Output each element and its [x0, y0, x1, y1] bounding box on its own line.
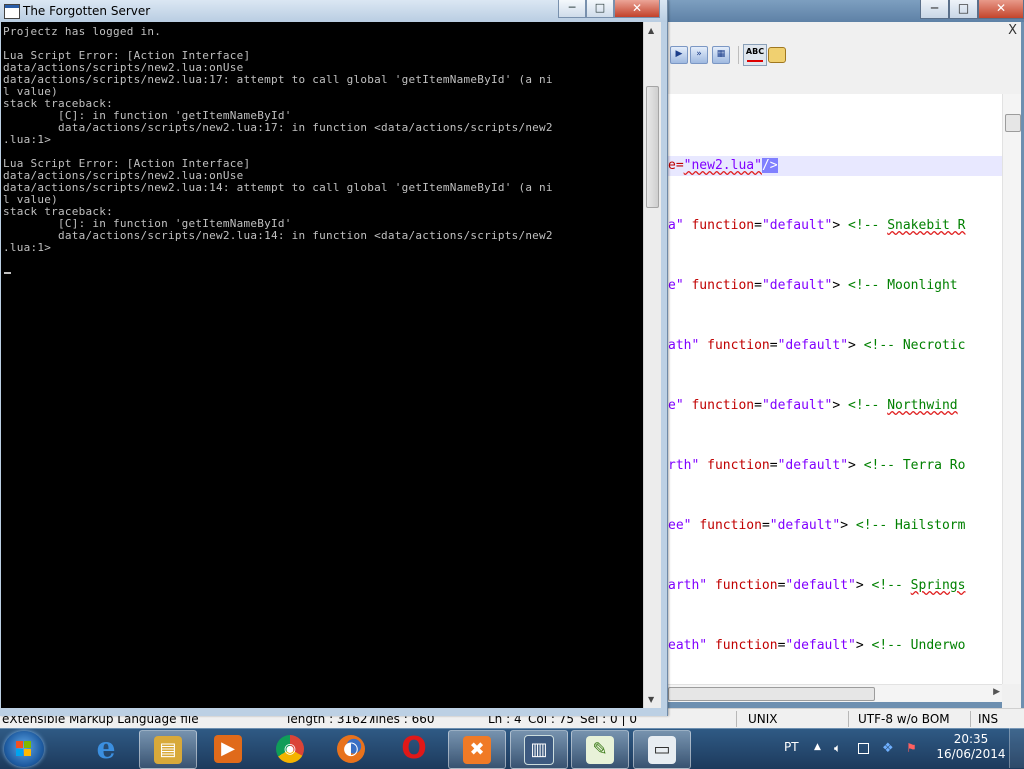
taskbar-forgotten-server[interactable]: ▥ [510, 730, 568, 769]
console-close-button[interactable]: ✕ [614, 0, 660, 18]
editor-close-button[interactable]: ✕ [978, 0, 1024, 19]
editor-line: a" function="default"> <!-- Snakebit R [668, 218, 966, 233]
status-divider [736, 711, 737, 727]
editor-menu-bar: X [660, 22, 1024, 42]
taskbar-opera[interactable]: O [386, 730, 442, 767]
console-vertical-scrollbar[interactable]: ▲ ▼ [643, 22, 661, 708]
console-minimize-button[interactable]: ─ [558, 0, 586, 18]
editor-hscroll-thumb[interactable] [668, 687, 875, 701]
taskbar-media-player[interactable]: ▶ [200, 730, 256, 767]
internet-explorer-icon: e [96, 731, 116, 766]
show-hidden-icons-arrow-icon[interactable]: ▲ [814, 742, 821, 752]
clock-time: 20:35 [953, 732, 989, 746]
macro-play-multiple-icon[interactable]: » [690, 46, 708, 64]
editor-line: rth" function="default"> <!-- Terra Ro [668, 458, 966, 473]
taskbar-firefox[interactable]: ◐ [323, 730, 379, 767]
action-center-icon[interactable]: ⚑ [906, 741, 919, 755]
network-icon[interactable] [858, 743, 869, 754]
chrome-icon: ◉ [276, 734, 304, 763]
console-cursor [4, 272, 11, 274]
notepad-plus-plus-icon: ✎ [586, 735, 614, 764]
taskbar-xampp[interactable]: ✖ [448, 730, 506, 769]
xampp-icon: ✖ [463, 735, 491, 764]
editor-line: ee" function="default"> <!-- Hailstorm [668, 518, 966, 533]
taskbar-console[interactable]: ▭ [633, 730, 691, 769]
console-title-bar[interactable]: The Forgotten Server ─ □ ✕ [0, 0, 667, 22]
editor-line: eath" function="default"> <!-- Underwo [668, 638, 966, 653]
taskbar-notepad-plus-plus[interactable]: ✎ [571, 730, 629, 769]
status-divider [970, 711, 971, 727]
console-maximize-button[interactable]: □ [586, 0, 614, 18]
status-eol-format: UNIX [748, 712, 778, 726]
opera-icon: O [401, 731, 427, 766]
editor-horizontal-scrollbar[interactable]: ▶ [668, 684, 1002, 702]
editor-text-area[interactable]: e="new2.lua"/> a" function="default"> <!… [668, 94, 1002, 684]
system-tray: PT ▲ 🔈︎ ❖ ⚑ 20:35 16/06/2014 [776, 728, 1024, 768]
editor-toolbar: ▶ » ▦ ABC [660, 42, 1024, 69]
console-output-text: Projectz has logged in. Lua Script Error… [3, 25, 553, 254]
console-app-icon[interactable] [4, 4, 20, 19]
language-indicator[interactable]: PT [784, 740, 799, 754]
toolbar-separator [738, 46, 739, 64]
spell-check-icon[interactable]: ABC [743, 44, 767, 66]
taskbar-chrome[interactable]: ◉ [262, 730, 318, 767]
windows-logo-icon [16, 741, 32, 757]
status-divider [848, 711, 849, 727]
status-encoding: UTF-8 w/o BOM [858, 712, 950, 726]
editor-close-document-button[interactable]: X [1008, 23, 1017, 38]
volume-icon[interactable]: 🔈︎ [834, 741, 847, 755]
macro-save-icon[interactable]: ▦ [712, 46, 730, 64]
server-icon: ▥ [524, 734, 554, 765]
media-player-icon: ▶ [214, 734, 242, 763]
clock[interactable]: 20:35 16/06/2014 [936, 732, 1006, 762]
taskbar-internet-explorer[interactable]: e [78, 730, 134, 767]
folder-icon: ▤ [154, 735, 182, 764]
editor-maximize-button[interactable]: □ [949, 0, 978, 19]
show-desktop-button[interactable] [1009, 728, 1024, 768]
firefox-icon: ◐ [337, 734, 365, 763]
editor-line: e" function="default"> <!-- Moonlight [668, 278, 958, 293]
editor-line: ath" function="default"> <!-- Necrotic [668, 338, 966, 353]
console-window-controls: ─ □ ✕ [558, 0, 660, 18]
plugin-icon[interactable] [768, 47, 786, 63]
console-window: The Forgotten Server ─ □ ✕ Projectz has … [0, 0, 668, 716]
start-button[interactable] [4, 731, 44, 767]
console-output-area[interactable]: Projectz has logged in. Lua Script Error… [1, 22, 643, 708]
editor-title-bar[interactable]: ─ □ ✕ [660, 0, 1024, 22]
scroll-down-arrow-icon[interactable]: ▼ [648, 695, 654, 704]
editor-line: e="new2.lua"/> [668, 156, 1002, 176]
macro-play-icon[interactable]: ▶ [670, 46, 688, 64]
editor-window-controls: ─ □ ✕ [920, 0, 1024, 20]
editor-vscroll-thumb[interactable] [1005, 114, 1021, 132]
editor-tab-strip [668, 68, 1024, 94]
editor-minimize-button[interactable]: ─ [920, 0, 949, 19]
status-insert-mode: INS [978, 712, 999, 726]
console-window-title: The Forgotten Server [23, 4, 151, 18]
clock-date: 16/06/2014 [936, 747, 1006, 761]
console-icon: ▭ [648, 735, 676, 764]
console-scroll-thumb[interactable] [646, 86, 659, 208]
editor-line: e" function="default"> <!-- Northwind [668, 398, 958, 413]
editor-vertical-scrollbar[interactable] [1002, 94, 1022, 684]
editor-line: arth" function="default"> <!-- Springs [668, 578, 966, 593]
scroll-right-arrow-icon[interactable]: ▶ [993, 687, 1000, 697]
taskbar-windows-explorer[interactable]: ▤ [139, 730, 197, 769]
scroll-up-arrow-icon[interactable]: ▲ [648, 26, 654, 35]
console-bottom-border [0, 708, 667, 716]
dropbox-icon[interactable]: ❖ [882, 741, 895, 756]
